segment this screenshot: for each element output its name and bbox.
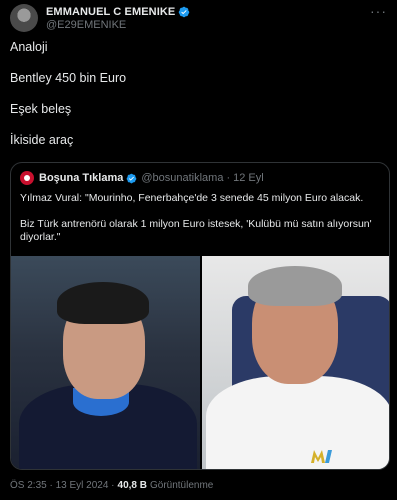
author-handle[interactable]: @E29EMENIKE: [46, 19, 190, 31]
view-label: Görüntülenme: [149, 480, 214, 491]
verified-badge-icon: [127, 173, 137, 183]
quoted-post-date[interactable]: 12 Eyl: [233, 172, 264, 184]
author-name[interactable]: EMMANUEL C EMENIKE: [46, 6, 175, 18]
author-info: EMMANUEL C EMENIKE @E29EMENIKE: [46, 6, 190, 31]
photo-right[interactable]: [202, 256, 389, 469]
quoted-author-name[interactable]: Boşuna Tıklama: [39, 172, 123, 184]
shirt-logo-icon: [311, 450, 332, 463]
view-count: 40,8 B: [117, 480, 147, 491]
photo-right-shape: [206, 376, 389, 469]
quoted-post[interactable]: Boşuna Tıklama @bosunatiklama · 12 Eyl Y…: [10, 162, 390, 470]
post-text: Analoji Bentley 450 bin Euro Eşek beleş …: [10, 40, 387, 164]
quoted-post-text: Yılmaz Vural: "Mourinho, Fenerbahçe'de 3…: [20, 192, 380, 257]
quoted-text-2: Biz Türk antrenörü olarak 1 milyon Euro …: [20, 218, 372, 243]
post-line-3: Eşek beleş: [10, 102, 72, 116]
more-options-icon[interactable]: ···: [370, 3, 387, 19]
post-line-2: Bentley 450 bin Euro: [10, 71, 127, 85]
post-line-1: Analoji: [10, 40, 48, 54]
photo-left[interactable]: [11, 256, 200, 469]
verified-badge-icon: [179, 6, 190, 17]
post-meta: ÖS 2:35 · 13 Eyl 2024 · 40,8 B Görüntüle…: [10, 480, 213, 491]
quoted-text-1: Yılmaz Vural: "Mourinho, Fenerbahçe'de 3…: [20, 192, 364, 204]
photo-right-shape: [248, 266, 342, 306]
photo-left-shape: [57, 282, 149, 324]
author-name-row: EMMANUEL C EMENIKE: [46, 6, 190, 18]
post-header: EMMANUEL C EMENIKE @E29EMENIKE ···: [10, 3, 387, 33]
separator-dot: ·: [226, 172, 231, 184]
post-line-4: İkiside araç: [10, 133, 74, 147]
quoted-media: [11, 256, 389, 469]
quoted-avatar[interactable]: [20, 171, 34, 185]
post-timestamp[interactable]: ÖS 2:35 · 13 Eyl 2024 ·: [10, 480, 115, 491]
author-avatar[interactable]: [10, 4, 38, 32]
quoted-post-header: Boşuna Tıklama @bosunatiklama · 12 Eyl: [20, 171, 264, 185]
quoted-author-handle[interactable]: @bosunatiklama: [141, 172, 223, 184]
